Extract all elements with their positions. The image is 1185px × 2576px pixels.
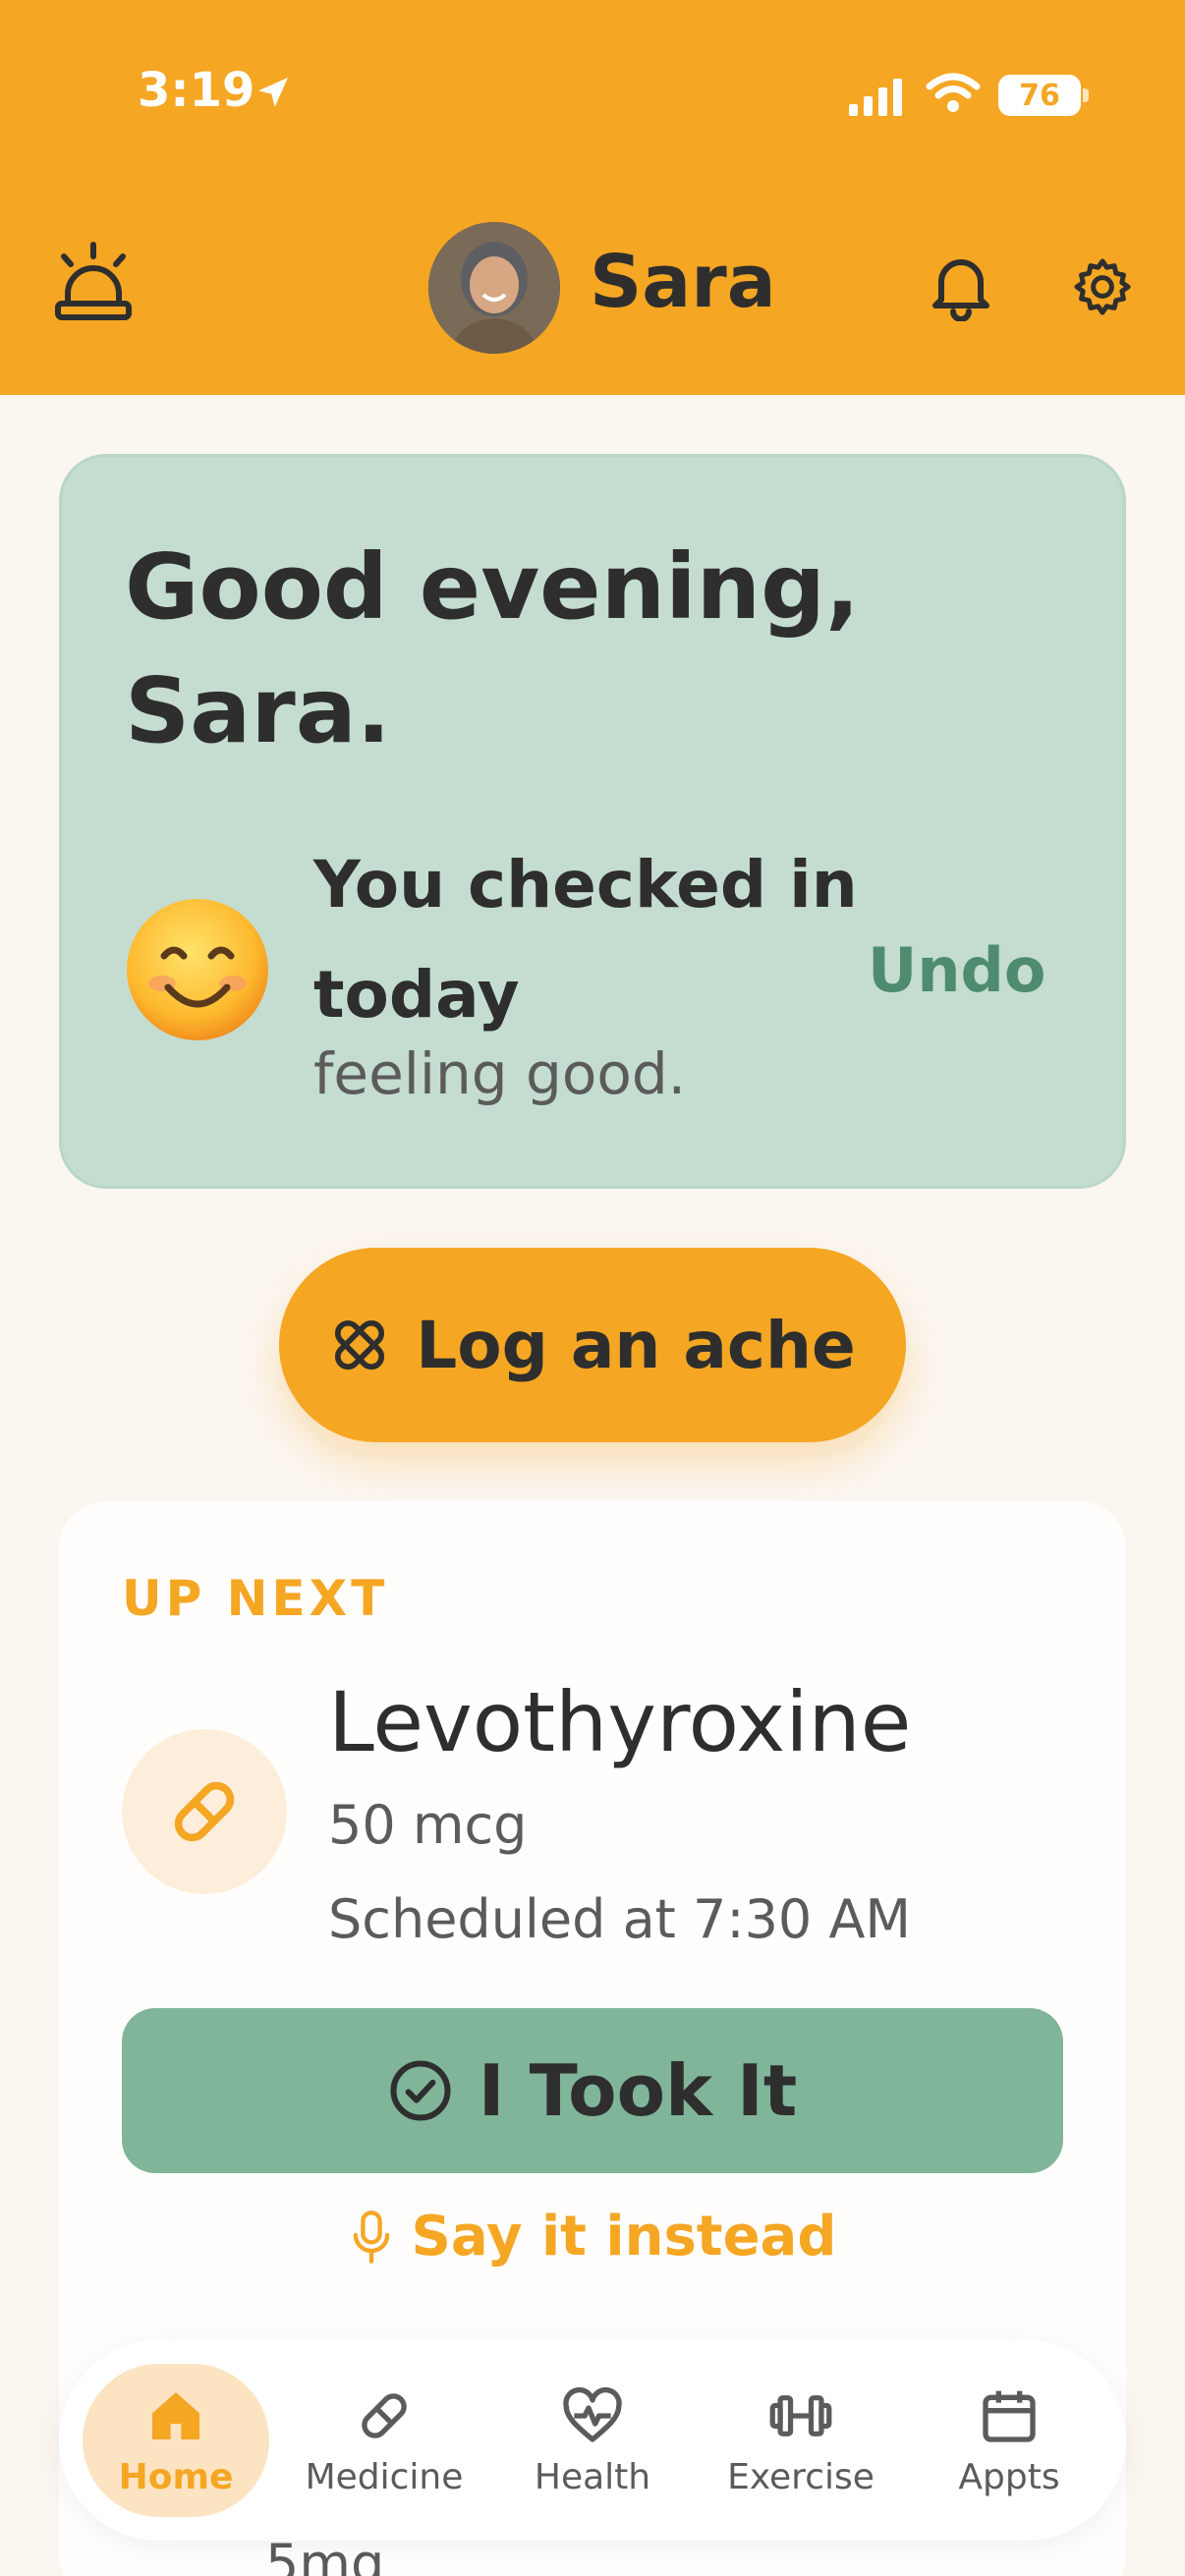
battery-level: 76 xyxy=(1019,78,1060,113)
avatar[interactable] xyxy=(428,222,560,354)
smiling-face-icon xyxy=(125,897,270,1042)
microphone-icon xyxy=(353,2210,389,2264)
say-it-instead-button[interactable]: Say it instead xyxy=(59,2205,1126,2268)
medication-dose: 50 mcg xyxy=(328,1794,528,1856)
status-time: 3:19 xyxy=(138,63,255,118)
checkin-subtitle: feeling good. xyxy=(313,1040,687,1107)
pill-icon xyxy=(362,2392,407,2438)
nav-health-label: Health xyxy=(534,2456,651,2497)
calendar-icon xyxy=(983,2390,1036,2442)
alert-icon[interactable] xyxy=(49,236,138,334)
bell-icon[interactable] xyxy=(920,246,1002,328)
bandage-icon xyxy=(335,1319,385,1371)
battery-indicator: 76 xyxy=(998,75,1089,116)
user-name: Sara xyxy=(590,240,776,324)
say-it-instead-label: Say it instead xyxy=(411,2205,837,2268)
nav-medicine[interactable]: Medicine xyxy=(291,2364,478,2517)
log-ache-button[interactable]: Log an ache xyxy=(279,1248,906,1442)
greeting-card: Good evening, Sara. You checked in today… xyxy=(59,454,1126,1189)
undo-button[interactable]: Undo xyxy=(868,934,1045,1006)
heart-pulse-icon xyxy=(563,2386,622,2442)
nav-medicine-label: Medicine xyxy=(305,2456,464,2497)
wifi-icon xyxy=(926,73,981,112)
home-icon xyxy=(152,2391,199,2439)
nav-appts[interactable]: Appts xyxy=(916,2364,1102,2517)
pill-icon xyxy=(122,1729,287,1894)
nav-home[interactable]: Home xyxy=(83,2364,269,2517)
bottom-nav: Home Medicine Health Exercise Appts xyxy=(59,2340,1126,2541)
medication-name: Levothyroxine xyxy=(328,1674,912,1770)
up-next-label: UP NEXT xyxy=(122,1570,389,1627)
check-circle-icon xyxy=(390,2060,451,2121)
gear-icon[interactable] xyxy=(1061,246,1144,328)
top-bar: 3:19 76 Sara xyxy=(0,0,1185,395)
medication-schedule: Scheduled at 7:30 AM xyxy=(328,1888,911,1950)
nav-home-label: Home xyxy=(118,2456,234,2497)
greeting-title: Good evening, Sara. xyxy=(125,534,860,763)
nav-exercise-label: Exercise xyxy=(727,2456,875,2497)
nav-appts-label: Appts xyxy=(958,2456,1060,2497)
checkin-title: You checked in today xyxy=(313,847,858,1033)
i-took-it-label: I Took It xyxy=(478,2049,798,2132)
i-took-it-button[interactable]: I Took It xyxy=(122,2008,1063,2173)
signal-icon xyxy=(849,79,902,116)
nav-exercise[interactable]: Exercise xyxy=(707,2364,894,2517)
dumbbell-icon xyxy=(769,2394,832,2436)
location-arrow-icon xyxy=(258,78,288,107)
nav-health[interactable]: Health xyxy=(499,2364,686,2517)
log-ache-label: Log an ache xyxy=(416,1307,856,1383)
